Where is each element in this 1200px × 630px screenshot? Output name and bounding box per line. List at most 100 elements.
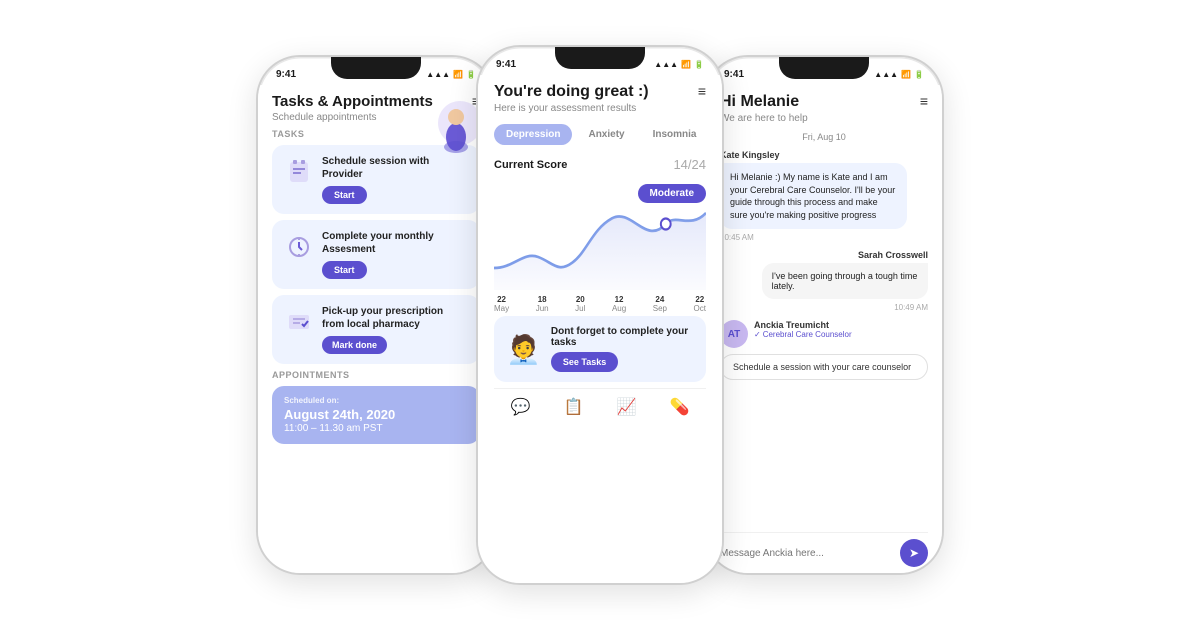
task-title-3: Pick-up your prescription from local pha… (322, 305, 468, 331)
reminder-illustration: 🧑‍💼 (506, 333, 541, 366)
reminder-title: Dont forget to complete your tasks (551, 326, 694, 348)
moderate-badge: Moderate (638, 184, 706, 203)
menu-icon-right[interactable]: ≡ (920, 93, 928, 109)
appt-scheduled-label: Scheduled on: (284, 396, 468, 405)
appointments-section: APPOINTMENTS Scheduled on: August 24th, … (272, 370, 480, 444)
notch-center (555, 47, 645, 69)
tab-row: Depression Anxiety Insomnia (494, 124, 706, 145)
phone-left: 9:41 ▲▲▲ 📶 🔋 Tasks & Appointments ≡ Sche… (256, 55, 496, 575)
appointment-card: Scheduled on: August 24th, 2020 11:00 – … (272, 386, 480, 444)
wifi-icon-r: 📶 (901, 70, 911, 79)
score-label: Current Score (494, 159, 567, 171)
notch-right (779, 57, 869, 79)
signal-icon: ▲▲▲ (426, 70, 450, 79)
sender-kate: Kate Kingsley (720, 150, 928, 160)
battery-icon: 🔋 (466, 70, 476, 79)
score-value: 14/24 (673, 157, 706, 172)
time-left: 9:41 (276, 69, 296, 80)
wifi-icon: 📶 (453, 70, 463, 79)
task-content-1: Schedule session with Provider Start (322, 155, 468, 204)
chart-date-5: 22 Oct (694, 295, 706, 313)
status-icons-right: ▲▲▲ 📶 🔋 (874, 70, 924, 79)
task-start-btn-2[interactable]: Start (322, 261, 367, 279)
wifi-icon-c: 📶 (681, 60, 691, 69)
send-btn[interactable]: ➤ (900, 539, 928, 567)
bubble-right-wrap: Sarah Crosswell I've been going through … (720, 250, 928, 299)
chart-dates: 22 May 18 Jun 20 Jul 12 (494, 295, 706, 313)
menu-icon-center[interactable]: ≡ (698, 83, 706, 99)
task-start-btn-1[interactable]: Start (322, 186, 367, 204)
score-row: Current Score 14/24 (494, 157, 706, 172)
signal-icon-r: ▲▲▲ (874, 70, 898, 79)
appointments-label: APPOINTMENTS (272, 370, 480, 380)
nav-calendar-icon[interactable]: 📋 (564, 397, 584, 417)
nav-rx-icon[interactable]: 💊 (670, 397, 690, 417)
phone-center: 9:41 ▲▲▲ 📶 🔋 You're doing great :) ≡ Her… (476, 45, 724, 585)
counselor-row: AT Anckia Treumicht ✓ Cerebral Care Coun… (720, 320, 928, 348)
message-input[interactable] (720, 548, 894, 559)
chart-date-2: 20 Jul (575, 295, 585, 313)
task-card-3: Pick-up your prescription from local pha… (272, 295, 480, 364)
right-screen: Hi Melanie ≡ We are here to help Fri, Au… (706, 85, 942, 573)
chart-date-0: 22 May (494, 295, 509, 313)
left-screen: Tasks & Appointments ≡ Schedule appointm… (258, 85, 494, 573)
chart-date-1: 18 Jun (536, 295, 549, 313)
task-card-2: Complete your monthly Assesment Start (272, 220, 480, 289)
status-icons-center: ▲▲▲ 📶 🔋 (654, 60, 704, 69)
status-icons-left: ▲▲▲ 📶 🔋 (426, 70, 476, 79)
right-header: Hi Melanie ≡ (720, 93, 928, 111)
chat-area: Kate Kingsley Hi Melanie :) My name is K… (720, 150, 928, 528)
center-header: You're doing great :) ≡ (494, 83, 706, 101)
score-total: 24 (692, 157, 706, 172)
center-content: You're doing great :) ≡ Here is your ass… (478, 75, 722, 583)
left-content: Tasks & Appointments ≡ Schedule appointm… (258, 85, 494, 573)
task-icon-2 (284, 232, 314, 262)
task-icon-3 (284, 307, 314, 337)
nav-chat-icon[interactable]: 💬 (511, 397, 531, 417)
chart-date-3: 12 Aug (612, 295, 626, 313)
bubble-sarah: I've been going through a tough time lat… (762, 263, 928, 299)
reminder-card: 🧑‍💼 Dont forget to complete your tasks S… (494, 316, 706, 382)
task-markdone-btn[interactable]: Mark done (322, 336, 387, 354)
notch-left (331, 57, 421, 79)
see-tasks-btn[interactable]: See Tasks (551, 352, 618, 372)
bubble-kate: Hi Melanie :) My name is Kate and I am y… (720, 163, 907, 229)
signal-icon-c: ▲▲▲ (654, 60, 678, 69)
task-icon-1 (284, 157, 314, 187)
counselor-info: Anckia Treumicht ✓ Cerebral Care Counsel… (754, 320, 852, 339)
task-card-1: Schedule session with Provider Start (272, 145, 480, 214)
time-center: 9:41 (496, 59, 516, 70)
tab-anxiety[interactable]: Anxiety (576, 124, 636, 145)
task-content-3: Pick-up your prescription from local pha… (322, 305, 468, 354)
date-divider: Fri, Aug 10 (720, 132, 928, 142)
tab-depression[interactable]: Depression (494, 124, 572, 145)
battery-icon-c: 🔋 (694, 60, 704, 69)
reminder-text: Dont forget to complete your tasks See T… (551, 326, 694, 372)
counselor-avatar: AT (720, 320, 748, 348)
task-title-2: Complete your monthly Assesment (322, 230, 468, 256)
right-subtitle: We are here to help (720, 113, 928, 124)
battery-icon-r: 🔋 (914, 70, 924, 79)
counselor-name: Anckia Treumicht (754, 320, 852, 330)
time-10-45: 10:45 AM (720, 233, 928, 242)
action-bubble[interactable]: Schedule a session with your care counse… (720, 354, 928, 380)
center-title: You're doing great :) (494, 83, 649, 101)
nav-activity-icon[interactable]: 📈 (617, 397, 637, 417)
right-content: Hi Melanie ≡ We are here to help Fri, Au… (706, 85, 942, 573)
chart-date-4: 24 Sep (653, 295, 667, 313)
center-subtitle: Here is your assessment results (494, 103, 706, 114)
phone-right: 9:41 ▲▲▲ 📶 🔋 Hi Melanie ≡ We are here to… (704, 55, 944, 575)
time-10-49: 10:49 AM (720, 303, 928, 312)
send-icon: ➤ (909, 546, 919, 560)
appt-date: August 24th, 2020 (284, 407, 468, 422)
center-screen: You're doing great :) ≡ Here is your ass… (478, 75, 722, 583)
time-right: 9:41 (724, 69, 744, 80)
message-input-row: ➤ (720, 532, 928, 573)
counselor-role: ✓ Cerebral Care Counselor (754, 330, 852, 339)
task-title-1: Schedule session with Provider (322, 155, 468, 181)
appt-time: 11:00 – 11.30 am PST (284, 423, 468, 434)
scene: 9:41 ▲▲▲ 📶 🔋 Tasks & Appointments ≡ Sche… (50, 20, 1150, 610)
sender-sarah: Sarah Crosswell (858, 250, 928, 260)
left-title: Tasks & Appointments (272, 93, 433, 110)
tab-insomnia[interactable]: Insomnia (641, 124, 709, 145)
